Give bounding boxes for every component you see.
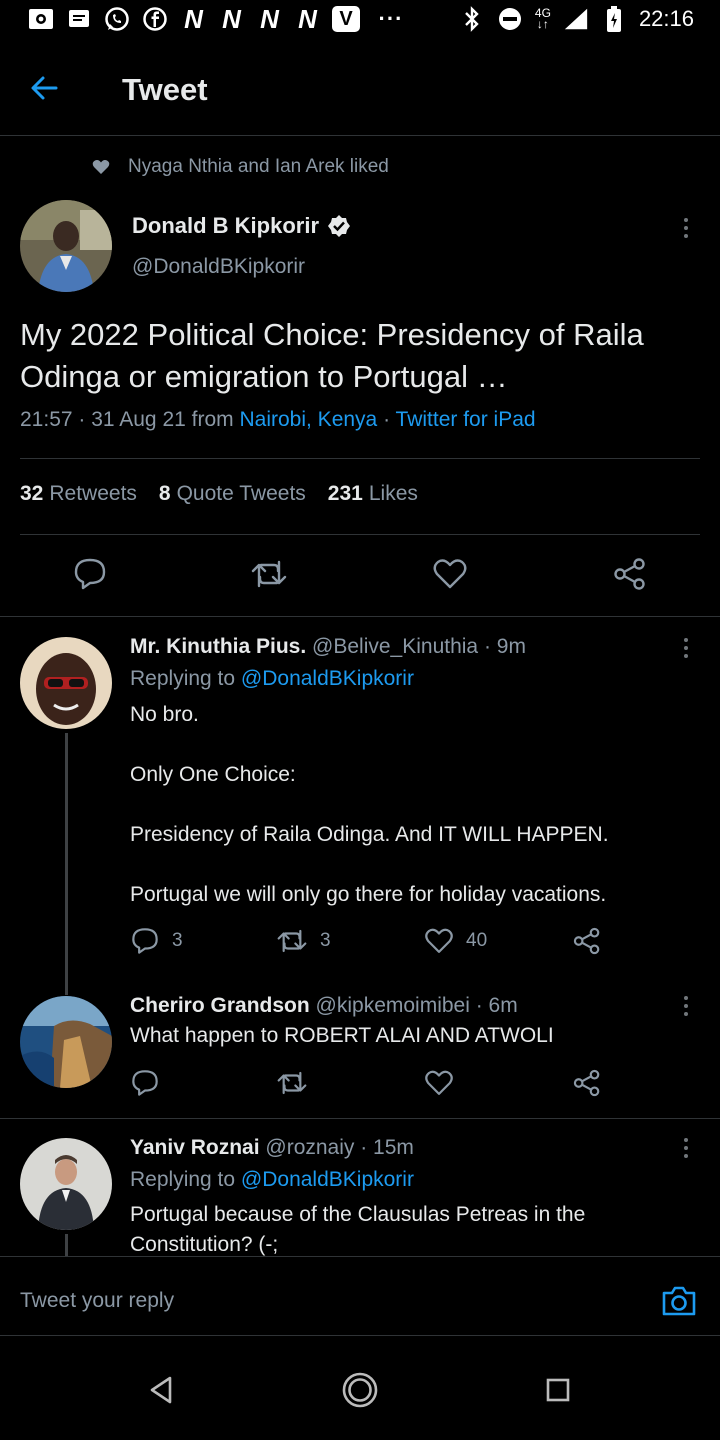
- more-options-button[interactable]: [676, 634, 696, 662]
- avatar[interactable]: [20, 637, 112, 729]
- tweet-stats: 32 Retweets 8 Quote Tweets 231 Likes: [20, 482, 418, 506]
- n-icon: N: [184, 3, 203, 34]
- do-not-disturb-icon: [497, 6, 523, 32]
- likes-stat[interactable]: 231 Likes: [328, 482, 418, 506]
- like-button[interactable]: 40: [424, 926, 487, 956]
- back-button[interactable]: [26, 70, 70, 110]
- circle-home-icon: [342, 1372, 378, 1408]
- avatar[interactable]: [20, 1138, 112, 1230]
- avatar[interactable]: [20, 996, 112, 1088]
- reply-icon: [132, 928, 158, 954]
- tweet-text: My 2022 Political Choice: Presidency of …: [20, 317, 644, 394]
- share-button[interactable]: [572, 926, 602, 956]
- reply-text: What happen to ROBERT ALAI AND ATWOLI: [130, 1024, 554, 1047]
- reply-button[interactable]: [130, 1068, 160, 1098]
- n-icon: N: [298, 3, 317, 34]
- tweet-meta: 21:57 · 31 Aug 21 from Nairobi, Kenya · …: [20, 408, 536, 431]
- camera-button[interactable]: [660, 1283, 698, 1319]
- thread-line: [65, 733, 68, 995]
- liked-by-text: Nyaga Nthia and Ian Arek liked: [128, 156, 389, 177]
- avatar[interactable]: [20, 200, 112, 292]
- status-time: 22:16: [638, 6, 694, 31]
- more-dots-icon: ···: [378, 6, 404, 31]
- author-handle: @DonaldBKipkorir: [132, 255, 306, 278]
- camera-icon: [662, 1286, 696, 1316]
- source-link[interactable]: Twitter for iPad: [396, 408, 536, 431]
- share-icon: [614, 558, 645, 590]
- retweet-button[interactable]: [250, 556, 288, 592]
- quotes-stat[interactable]: 8 Quote Tweets: [159, 482, 306, 506]
- n-icon: N: [222, 3, 241, 34]
- share-button[interactable]: [572, 1068, 602, 1098]
- whatsapp-icon: [104, 6, 130, 32]
- more-options-button[interactable]: [676, 992, 696, 1020]
- retweet-icon: [277, 929, 307, 953]
- message-icon: [66, 6, 92, 32]
- author-name[interactable]: Donald B Kipkorir: [132, 213, 351, 239]
- square-recents-icon: [546, 1378, 570, 1402]
- reply-text: Portugal because of the Clausulas Petrea…: [130, 1203, 586, 1256]
- divider: [20, 534, 700, 535]
- mention-link[interactable]: @DonaldBKipkorir: [241, 667, 414, 690]
- reply-author[interactable]: Yaniv Roznai @roznaiy · 15m: [130, 1136, 414, 1160]
- reply-input[interactable]: Tweet your reply: [20, 1289, 174, 1313]
- reply-author[interactable]: Cheriro Grandson @kipkemoimibei · 6m: [130, 994, 518, 1018]
- tweet-actions: [0, 552, 720, 598]
- reply-button[interactable]: 3: [130, 926, 183, 956]
- replying-to: Replying to @DonaldBKipkorir: [130, 667, 414, 690]
- n-icon: N: [260, 3, 279, 34]
- network-type: 4G ↓↑: [534, 6, 551, 31]
- battery-charging-icon: [601, 6, 627, 32]
- nav-home-button[interactable]: [340, 1370, 380, 1410]
- heart-outline-icon: [433, 559, 467, 589]
- retweets-stat[interactable]: 32 Retweets: [20, 482, 137, 506]
- divider: [0, 1118, 720, 1119]
- reply-author[interactable]: Mr. Kinuthia Pius. @Belive_Kinuthia · 9m: [130, 635, 526, 659]
- divider: [20, 458, 700, 459]
- retweet-button[interactable]: [276, 1068, 308, 1098]
- reply-button[interactable]: [72, 556, 108, 592]
- more-options-button[interactable]: [676, 214, 696, 242]
- share-icon: [573, 1069, 600, 1097]
- heart-outline-icon: [425, 1070, 453, 1095]
- triangle-back-icon: [150, 1376, 172, 1404]
- thread-line: [65, 1234, 68, 1256]
- replying-to: Replying to @DonaldBKipkorir: [130, 1168, 414, 1191]
- like-button[interactable]: [424, 1068, 454, 1098]
- mention-link[interactable]: @DonaldBKipkorir: [241, 1168, 414, 1191]
- signal-icon: [563, 6, 589, 32]
- reply-icon: [74, 558, 106, 590]
- reply-icon: [132, 1070, 158, 1096]
- v-icon: V: [332, 6, 360, 32]
- share-button[interactable]: [612, 556, 648, 592]
- share-icon: [573, 927, 600, 955]
- divider: [0, 616, 720, 617]
- retweet-icon: [251, 560, 287, 588]
- reply-composer: Tweet your reply: [0, 1256, 720, 1336]
- social-context: Nyaga Nthia and Ian Arek liked: [92, 156, 389, 178]
- facebook-icon: [142, 6, 168, 32]
- more-options-button[interactable]: [676, 1134, 696, 1162]
- heart-outline-icon: [425, 928, 453, 953]
- app-header: Tweet: [0, 44, 720, 136]
- status-bar: N N N N V ··· 4G ↓↑ 22:16: [0, 0, 720, 44]
- heart-icon: [92, 160, 110, 174]
- nav-recents-button[interactable]: [540, 1372, 576, 1408]
- screenshot-icon: [28, 6, 54, 32]
- bluetooth-icon: [459, 6, 485, 32]
- location-link[interactable]: Nairobi, Kenya: [239, 408, 377, 431]
- page-title: Tweet: [122, 72, 208, 107]
- back-arrow-icon: [31, 76, 58, 100]
- verified-badge-icon: [328, 215, 351, 237]
- like-button[interactable]: [432, 556, 468, 592]
- retweet-button[interactable]: 3: [276, 926, 331, 956]
- retweet-icon: [277, 1071, 307, 1095]
- system-nav-bar: [0, 1336, 720, 1440]
- nav-back-button[interactable]: [144, 1372, 180, 1408]
- reply-text: No bro. Only One Choice: Presidency of R…: [130, 703, 609, 906]
